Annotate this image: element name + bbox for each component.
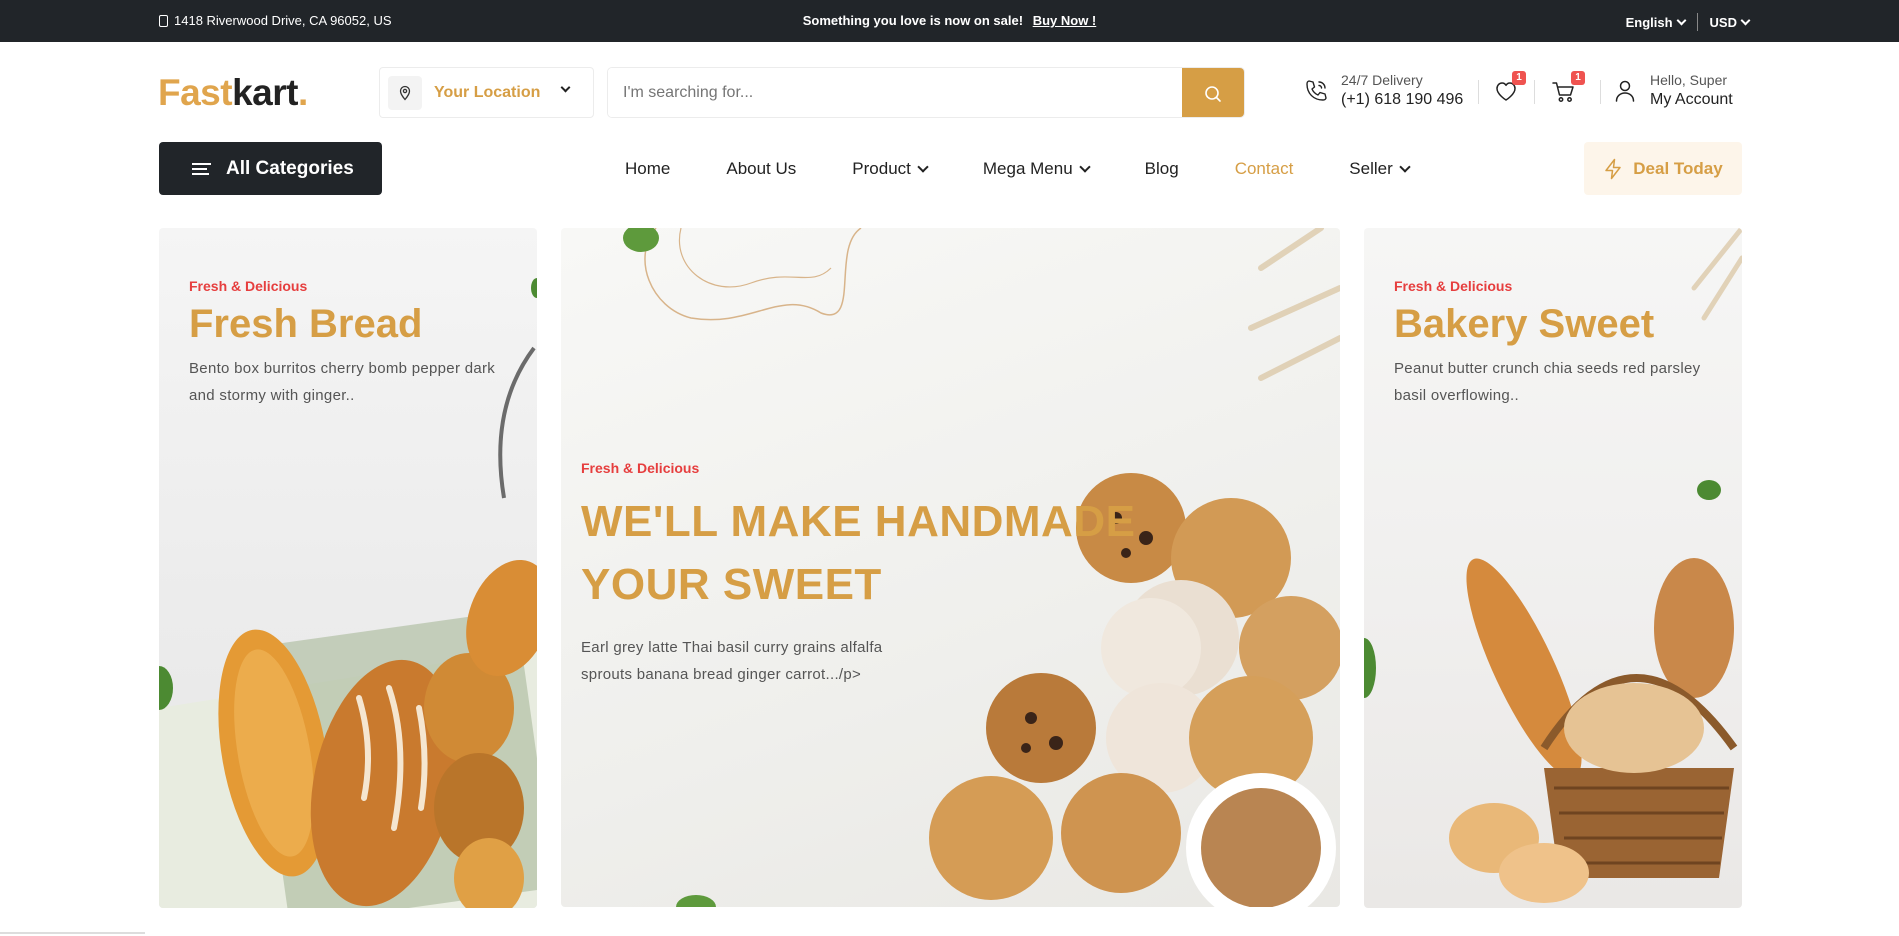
cart-button[interactable]: 1 [1551,71,1585,109]
search-input[interactable] [608,68,1183,117]
search-button[interactable] [1182,68,1244,117]
phone-icon [1306,79,1327,101]
search-bar [607,67,1245,118]
currency-label: USD [1709,14,1737,30]
banner-description: Peanut butter crunch chia seeds red pars… [1394,360,1701,404]
delivery-info[interactable]: 24/7 Delivery (+1) 618 190 496 [1303,72,1463,109]
nav-item-blog[interactable]: Blog [1145,159,1179,179]
user-icon [1615,80,1635,102]
location-selector[interactable]: Your Location [379,67,594,118]
lightning-icon [1605,158,1622,179]
menu-icon [192,160,211,178]
language-label: English [1625,14,1673,30]
divider [0,932,145,934]
top-bar: 1418 Riverwood Drive, CA 96052, US Somet… [0,0,1899,42]
nav-item-home[interactable]: Home [625,159,670,179]
deal-today-button[interactable]: Deal Today [1584,142,1742,195]
chevron-down-icon [560,82,571,93]
banner-kicker: Fresh & Delicious [581,460,700,476]
account-label: My Account [1650,91,1733,108]
nav-item-seller[interactable]: Seller [1349,159,1411,179]
banner-text: Fresh & Delicious Bakery Sweet Peanut bu… [1394,278,1704,409]
nav-item-label: Blog [1144,159,1179,178]
nav-item-mega-menu[interactable]: Mega Menu [982,159,1091,179]
account-text: Hello, Super My Account [1650,72,1733,109]
logo-dot: . [297,72,308,113]
delivery-text: 24/7 Delivery (+1) 618 190 496 [1341,72,1463,109]
wishlist-count-badge: 1 [1512,71,1526,85]
divider [1600,80,1601,104]
language-dropdown[interactable]: English [1614,15,1697,30]
top-bar-selectors: English USD [1614,13,1761,31]
account-menu[interactable]: Hello, Super My Account [1614,72,1733,109]
nav-item-label: Seller [1349,159,1393,178]
divider [1534,80,1535,104]
delivery-phone: (+1) 618 190 496 [1341,91,1464,108]
banner-title: We'll Make Handmade Your Sweet [581,497,1136,609]
banner-bakery-sweet[interactable]: Fresh & Delicious Bakery Sweet Peanut bu… [1364,228,1742,908]
chevron-down-icon [1079,161,1091,173]
deal-today-label: Deal Today [1633,158,1723,178]
buy-now-link[interactable]: Buy Now ! [1033,13,1097,28]
currency-dropdown[interactable]: USD [1698,15,1761,30]
banner-title: Bakery Sweet [1394,302,1655,346]
banner-fresh-bread[interactable]: Fresh & Delicious Fresh Bread Bento box … [159,228,537,908]
nav-item-label: Contact [1234,159,1294,178]
banner-title: Fresh Bread [189,302,423,346]
cart-count-badge: 1 [1571,71,1585,85]
all-categories-label: All Categories [226,157,354,179]
logo-part1: Fast [158,72,233,113]
location-pin-icon [388,75,422,110]
nav-item-label: Mega Menu [982,159,1073,178]
banner-text: Fresh & Delicious We'll Make Handmade Yo… [581,460,1141,688]
promo-text: Something you love is now on sale! [802,13,1024,28]
banner-text: Fresh & Delicious Fresh Bread Bento box … [189,278,499,409]
nav-item-label: Home [625,159,671,178]
nav-item-contact[interactable]: Contact [1235,159,1294,179]
nav-item-about-us[interactable]: About Us [726,159,796,179]
logo[interactable]: Fastkart. [158,72,308,114]
chevron-down-icon [1740,15,1751,25]
main-nav: Home About Us Product Mega Menu Blog Con… [625,159,1465,179]
banner-kicker: Fresh & Delicious [189,278,308,294]
nav-item-product[interactable]: Product [852,159,929,179]
banner-kicker: Fresh & Delicious [1394,278,1513,294]
chevron-down-icon [1399,161,1411,173]
banner-description: Earl grey latte Thai basil curry grains … [581,639,883,683]
location-label: Your Location [434,83,541,101]
nav-item-label: About Us [726,159,797,178]
all-categories-button[interactable]: All Categories [159,142,382,195]
banner-description: Bento box burritos cherry bomb pepper da… [189,360,496,404]
delivery-label: 24/7 Delivery [1341,72,1423,88]
banner-handmade-sweet[interactable]: Fresh & Delicious We'll Make Handmade Yo… [561,228,1340,907]
logo-part2: kart [232,72,298,113]
chevron-down-icon [917,161,929,173]
nav-item-label: Product [852,159,911,178]
chevron-down-icon [1676,15,1686,25]
wishlist-button[interactable]: 1 [1494,71,1526,107]
divider [1478,80,1479,104]
account-greeting: Hello, Super [1650,72,1728,88]
search-icon [1205,85,1221,102]
